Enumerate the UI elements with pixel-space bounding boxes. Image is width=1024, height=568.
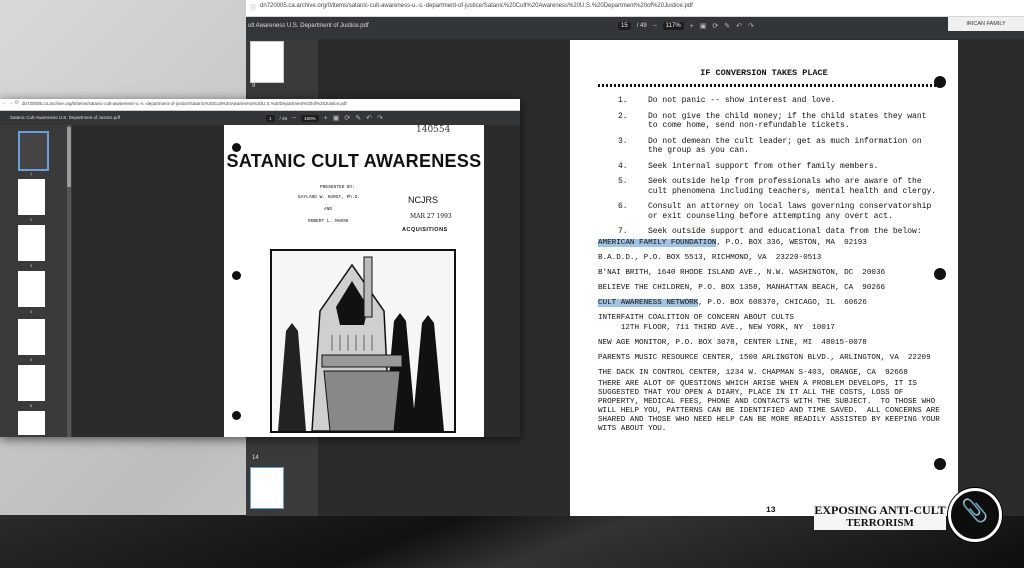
brand-line: TERRORISM: [846, 517, 914, 529]
thumbnail-label: 6: [30, 403, 33, 408]
address-line: B.A.D.D., P.O. BOX 5513, RICHMOND, VA 23…: [598, 254, 822, 262]
thumbnail-label: 1: [30, 171, 33, 176]
punch-hole: [232, 411, 241, 420]
thumbnail-label: 5: [30, 357, 33, 362]
back-thumbnail-label: 14: [252, 455, 259, 461]
list-item: 6. Consult an attorney on local laws gove…: [618, 202, 932, 221]
front-document-title: Satanic Cult Awareness U.S. Department o…: [10, 115, 120, 120]
list-item: 1. Do not panic -- show interest and love…: [618, 96, 836, 105]
back-thumbnail[interactable]: [250, 467, 284, 509]
back-pdf-toolbar: ult Awareness U.S. Department of Justice…: [246, 17, 1024, 39]
list-item: 5. Seek outside help from professionals w…: [618, 177, 937, 196]
punch-hole: [934, 458, 946, 470]
closing-paragraph: THERE ARE ALOT OF QUESTIONS WHICH ARISE …: [598, 380, 940, 433]
front-page-controls: 1 / 49 − 100% + ▣ ⟳ ✎ ↶ ↷: [266, 114, 383, 122]
robed-figure-illustration: [270, 249, 456, 433]
handwritten-stamp: 140554: [416, 125, 451, 135]
asterisk-rule: [598, 84, 938, 87]
back-thumbnail[interactable]: [250, 41, 284, 83]
presented-by: PRESENTED BY:: [320, 185, 356, 190]
thumbnail-label: 3: [30, 263, 33, 268]
address-line: THE DACK IN CONTROL CENTER, 1234 W. CHAP…: [598, 369, 908, 377]
front-pdf-page: 140554 SATANIC CULT AWARENESS PRESENTED …: [224, 125, 484, 437]
page-number: 13: [766, 506, 776, 515]
advice-list: 1. Do not panic -- show interest and love…: [618, 96, 938, 243]
front-thumbnail-sidebar[interactable]: 1 2 3 4 5 6: [0, 125, 72, 437]
front-zoom-value[interactable]: 100%: [301, 114, 319, 122]
back-pdf-page: IF CONVERSION TAKES PLACE 1. Do not panic…: [570, 40, 958, 516]
punch-hole: [934, 76, 946, 88]
back-page-input[interactable]: 15: [618, 22, 631, 30]
author-conjunction: AND: [324, 207, 333, 212]
list-item: 7. Seek outside support and educational d…: [618, 227, 922, 236]
zoom-out-icon[interactable]: −: [292, 115, 296, 122]
address-line: AMERICAN FAMILY FOUNDATION, P.O. BOX 336…: [598, 239, 867, 247]
author-name: ROBERT L. MARSH: [308, 219, 349, 224]
rotate-icon[interactable]: ⟳: [712, 22, 718, 30]
address-line: PARENTS MUSIC RESOURCE CENTER, 1500 ARLI…: [598, 354, 931, 362]
front-thumbnail[interactable]: [18, 271, 45, 307]
redo-icon[interactable]: ↷: [748, 22, 754, 30]
highlighted-text[interactable]: AMERICAN FAMILY FOUNDATION: [598, 239, 717, 247]
address-line: BELIEVE THE CHILDREN, P.O. BOX 1358, MAN…: [598, 284, 886, 292]
undo-icon[interactable]: ↶: [736, 22, 742, 30]
back-url[interactable]: dn720005.ca.archive.org/0/items/satanic-…: [260, 3, 693, 9]
highlighted-text[interactable]: CULT AWARENESS NETWORK: [598, 299, 699, 307]
undo-icon[interactable]: ↶: [366, 114, 372, 122]
document-title-heading: SATANIC CULT AWARENESS: [226, 151, 482, 171]
thumbnail-scrollbar[interactable]: [67, 125, 71, 437]
address-line: NEW AGE MONITOR, P.O. BOX 3078, CENTER L…: [598, 339, 867, 347]
front-address-bar[interactable]: ← → ⟳ dn720005.ca.archive.org/0/items/sa…: [0, 99, 520, 111]
site-info-icon[interactable]: ⓘ: [250, 3, 256, 12]
page-heading: IF CONVERSION TAKES PLACE: [700, 68, 828, 78]
scrollbar-thumb[interactable]: [67, 127, 71, 187]
front-thumbnail-selected[interactable]: [18, 131, 49, 171]
rotate-icon[interactable]: ⟳: [344, 114, 350, 122]
front-thumbnail[interactable]: [18, 411, 45, 435]
thumbnail-label: 4: [30, 309, 33, 314]
front-pdf-toolbar: Satanic Cult Awareness U.S. Department o…: [0, 111, 520, 125]
front-page-total: / 49: [279, 115, 288, 121]
back-zoom-value[interactable]: 117%: [662, 22, 684, 30]
address-list: AMERICAN FAMILY FOUNDATION, P.O. BOX 336…: [598, 238, 948, 383]
back-page-controls: 15 / 49 − 117% + ▣ ⟳ ✎ ↶ ↷: [618, 22, 754, 30]
punch-hole: [232, 271, 241, 280]
front-thumbnail[interactable]: [18, 365, 45, 401]
brand-line: EXPOSING ANTI-CULT: [814, 503, 946, 517]
reload-icon[interactable]: ← → ⟳: [2, 100, 19, 106]
acquisitions-stamp: ACQUISITIONS: [402, 227, 448, 233]
list-item: 3. Do not demean the cult leader; get as …: [618, 136, 922, 156]
thumbnail-label: 2: [30, 217, 33, 222]
address-line: INTERFAITH COALITION OF CONCERN ABOUT CU…: [598, 314, 835, 332]
back-thumbnail-label: 9: [252, 83, 256, 89]
stamp-date: MAR 27 1993: [410, 213, 452, 220]
bookmark-tab[interactable]: IRICAN FAMILY FOUNDATION: [948, 17, 1024, 41]
author-name: GAYLAND W. HURST, Ph.D.: [298, 195, 361, 200]
fit-page-icon[interactable]: ▣: [333, 114, 340, 122]
front-thumbnail[interactable]: [18, 225, 45, 261]
zoom-out-icon[interactable]: −: [653, 23, 657, 30]
paperclip-logo-icon: 📎: [948, 488, 1002, 542]
back-document-title: ult Awareness U.S. Department of Justice…: [248, 23, 369, 29]
watermark-brand: EXPOSING ANTI-CULT TERRORISM: [814, 504, 946, 530]
front-thumbnail[interactable]: [18, 179, 45, 215]
list-item: 2. Do not give the child money; if the ch…: [618, 111, 927, 131]
front-thumbnail[interactable]: [18, 319, 45, 355]
annotate-icon[interactable]: ✎: [724, 22, 730, 30]
ncjrs-stamp: NCJRS: [408, 195, 439, 205]
back-page-total: / 49: [636, 23, 647, 29]
zoom-in-icon[interactable]: +: [690, 23, 694, 30]
list-item: 4. Seek internal support from other famil…: [618, 161, 879, 171]
front-page-input[interactable]: 1: [266, 114, 275, 122]
annotate-icon[interactable]: ✎: [355, 114, 361, 122]
front-browser-window: ← → ⟳ dn720005.ca.archive.org/0/items/sa…: [0, 99, 520, 437]
address-line: CULT AWARENESS NETWORK, P.O. BOX 608370,…: [598, 299, 867, 307]
zoom-in-icon[interactable]: +: [324, 115, 328, 122]
redo-icon[interactable]: ↷: [377, 114, 383, 122]
address-line: B'NAI BRITH, 1640 RHODE ISLAND AVE., N.W…: [598, 269, 886, 277]
back-address-bar[interactable]: ⓘ dn720005.ca.archive.org/0/items/satani…: [246, 0, 1024, 17]
front-url[interactable]: dn720005.ca.archive.org/0/items/satanic-…: [22, 101, 347, 106]
fit-page-icon[interactable]: ▣: [700, 22, 707, 30]
